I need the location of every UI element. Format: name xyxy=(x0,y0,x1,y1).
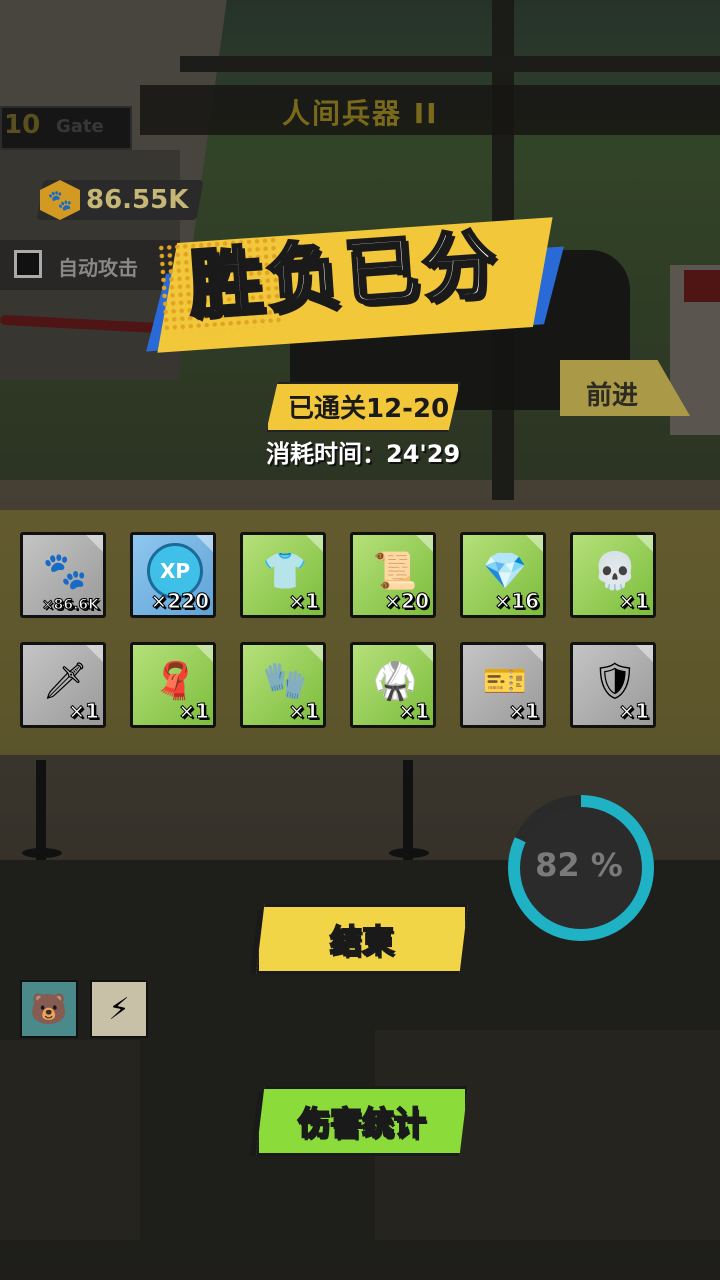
reward-slot-red-scarf[interactable]: 🧣 ×1 xyxy=(130,642,216,728)
reward-quantity: ×86.6K xyxy=(41,597,99,614)
reward-quantity: ×1 xyxy=(178,699,210,724)
coin-count: 86.55K xyxy=(86,185,189,215)
damage-stats-button[interactable]: 伤害统计 xyxy=(256,1086,468,1156)
reward-slot-blue-gloves[interactable]: 🧤 ×1 xyxy=(240,642,326,728)
reward-slot-xp-orb[interactable]: XP ×220 xyxy=(130,532,216,618)
reward-quantity: ×1 xyxy=(618,699,650,724)
reward-quantity: ×16 xyxy=(494,589,540,614)
forward-label: 前进 xyxy=(586,381,639,411)
bear-skill-icon[interactable]: 🐻 xyxy=(20,980,78,1038)
reward-slot-paw-coin[interactable]: 🐾 ×86.6K xyxy=(20,532,106,618)
lightning-skill-icon[interactable]: ⚡ xyxy=(90,980,148,1038)
reward-slot-sailor-top[interactable]: 👕 ×1 xyxy=(240,532,326,618)
reward-quantity: ×1 xyxy=(618,589,650,614)
reward-quantity: ×220 xyxy=(150,589,210,614)
damage-stats-button-label: 伤害统计 xyxy=(297,1103,427,1143)
reward-slot-scroll[interactable]: 📜 ×20 xyxy=(350,532,436,618)
progress-label: 82 % xyxy=(535,846,623,884)
time-used: 消耗时间：24'29 xyxy=(266,440,461,468)
reward-slot-skull-mask[interactable]: 💀 ×1 xyxy=(570,532,656,618)
reward-slot-blue-ticket[interactable]: 🎫 ×1 xyxy=(460,642,546,728)
stage-cleared-text: 已通关12-20 xyxy=(288,394,450,424)
reward-quantity: ×1 xyxy=(398,699,430,724)
reward-quantity: ×1 xyxy=(508,699,540,724)
reward-quantity: ×1 xyxy=(288,699,320,724)
auto-attack-label: 自动攻击 xyxy=(58,256,138,280)
end-button[interactable]: 结束 xyxy=(256,904,468,974)
reward-slot-red-armor[interactable]: 🛡 ×1 xyxy=(570,642,656,728)
reward-slot-blade[interactable]: 🗡 ×1 xyxy=(20,642,106,728)
reward-quantity: ×20 xyxy=(384,589,430,614)
reward-quantity: ×1 xyxy=(288,589,320,614)
reward-slot-purple-gem[interactable]: 💎 ×16 xyxy=(460,532,546,618)
auto-attack-checkbox[interactable] xyxy=(14,250,42,278)
victory-title: 胜负已分 xyxy=(184,220,504,331)
paw-coin-icon: 🐾 xyxy=(42,551,88,592)
reward-slot-karate-gi[interactable]: 🥋 ×1 xyxy=(350,642,436,728)
end-button-label: 结束 xyxy=(329,921,395,961)
reward-quantity: ×1 xyxy=(68,699,100,724)
